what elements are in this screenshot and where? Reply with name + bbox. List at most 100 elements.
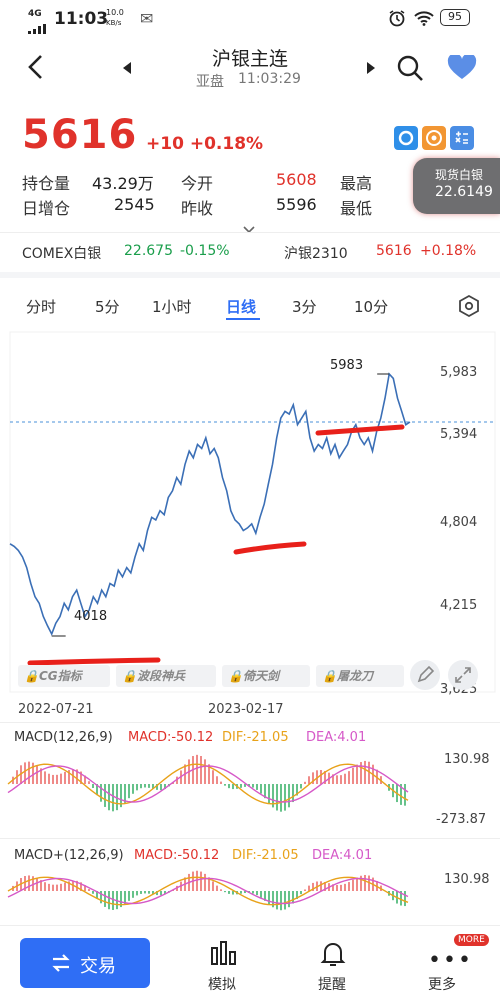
chip-label: 波段神兵 [136,669,185,683]
bell-icon [320,940,346,972]
chip-label: 屠龙刀 [336,669,373,683]
macd-bar [304,889,306,891]
macd-bar [48,773,50,784]
macd-bar [256,891,258,896]
macd-bar [160,891,162,896]
nav-bar: 沪银主连 亚盘 11:03:29 [0,40,500,96]
price-chart[interactable] [0,330,500,700]
stat-label-low: 最低 [340,199,373,218]
macd-bar [352,767,354,784]
macd-bar [128,784,130,799]
indicator-chip[interactable]: 🔒波段神兵 [116,665,216,687]
next-contract-icon[interactable] [366,60,376,79]
settings-icon[interactable] [394,126,418,150]
tab-daily[interactable]: 日线 [226,296,256,317]
tab-1hour[interactable]: 1小时 [152,296,192,317]
macd-title: MACD(12,26,9) [14,730,113,745]
macd-bar [52,774,54,784]
macd-bar [204,759,206,784]
macd-bar [224,891,226,893]
macd-bar [220,781,222,784]
orange-tool-icon[interactable] [422,126,446,150]
macd-bar [100,784,102,802]
macd-bar [344,773,346,784]
y-tick-label: 5,394 [440,427,478,442]
favorite-heart-icon[interactable] [447,53,477,85]
macdplus-dea: DEA:4.01 [312,848,373,863]
simulate-button[interactable]: 模拟 [196,938,256,994]
macd-bar [88,889,90,891]
stat-value-open: 5608 [276,170,317,189]
price-change: +10 +0.18% [146,134,263,154]
macd-bar [320,881,322,891]
related-ticker[interactable]: COMEX白银 22.675 -0.15% 沪银2310 5616 +0.18% [0,240,500,264]
support-stroke [233,541,307,555]
net-speed-unit: KB/s [106,19,122,27]
tab-3min[interactable]: 3分 [292,296,317,317]
macd-bar [200,756,202,784]
macd-bar [64,771,66,784]
battery-icon: 95 [440,9,470,26]
search-icon[interactable] [396,54,424,86]
macd-bar [404,784,406,806]
tab-5min[interactable]: 5分 [95,296,120,317]
more-label: 更多 [428,977,456,993]
indicator-chip[interactable]: 🔒倚天剑 [222,665,310,687]
macd-bar [284,784,286,811]
more-button[interactable]: ••• MORE 更多 [412,934,489,994]
trade-button[interactable]: 交易 [20,938,150,988]
macd-bar [300,784,302,789]
macd-bar [280,891,282,911]
fullscreen-icon[interactable] [448,660,478,690]
macd-chart[interactable] [0,748,440,820]
lock-icon: 🔒 [122,669,137,683]
macd-bar [32,762,34,784]
indicator-chip[interactable]: 🔒CG指标 [18,665,110,687]
tab-10min[interactable]: 10分 [354,296,388,317]
indicator-chip[interactable]: 🔒屠龙刀 [316,665,404,687]
x-tick-label: 2022-07-21 [18,702,94,717]
support-stroke [315,424,405,436]
macd-bar [140,891,142,894]
macd-bar [256,784,258,790]
macd-bar [136,891,138,896]
macd-bar [268,891,270,905]
macd-plus-chart[interactable] [0,866,440,916]
macd-top-tick: 130.98 [444,752,490,767]
alarm-icon [388,9,406,31]
macdplus-value: MACD:-50.12 [134,848,220,863]
macd-bar [224,784,226,786]
macd-bar [128,891,130,901]
macd-bar [200,871,202,891]
active-tab-indicator [226,318,260,320]
macd-bar [228,891,230,894]
contract-pct: +0.18% [420,243,477,259]
macd-bar [260,784,262,794]
section-gap [0,272,500,278]
expand-chevron-icon[interactable] [243,219,255,238]
stat-value-open-interest: 43.29万 [92,174,154,193]
macd-bar [216,776,218,784]
spot-silver-popup[interactable]: 现货白银 22.6149 [413,158,500,214]
y-tick-label: 5,983 [440,365,478,380]
macd-bar [220,889,222,891]
calculator-icon[interactable] [450,126,474,150]
network-label: 4G [28,9,42,19]
stat-label-prev-close: 昨收 [181,199,214,218]
macd-bar [344,883,346,891]
macd-bar [144,891,146,894]
chart-settings-icon[interactable] [458,294,480,321]
contract-value: 5616 [376,243,412,259]
macd-bar [88,781,90,784]
macd-bar [340,884,342,891]
stat-label-open-interest: 持仓量 [22,174,71,193]
alert-button[interactable]: 提醒 [302,938,362,994]
trade-label: 交易 [80,956,116,977]
macd-bar [112,784,114,812]
draw-pen-icon[interactable] [410,660,440,690]
tab-timeshare[interactable]: 分时 [26,296,56,317]
macd-bar [132,784,134,794]
macd-value: MACD:-50.12 [128,730,214,745]
macd-bar [28,875,30,891]
swap-icon [50,952,72,979]
